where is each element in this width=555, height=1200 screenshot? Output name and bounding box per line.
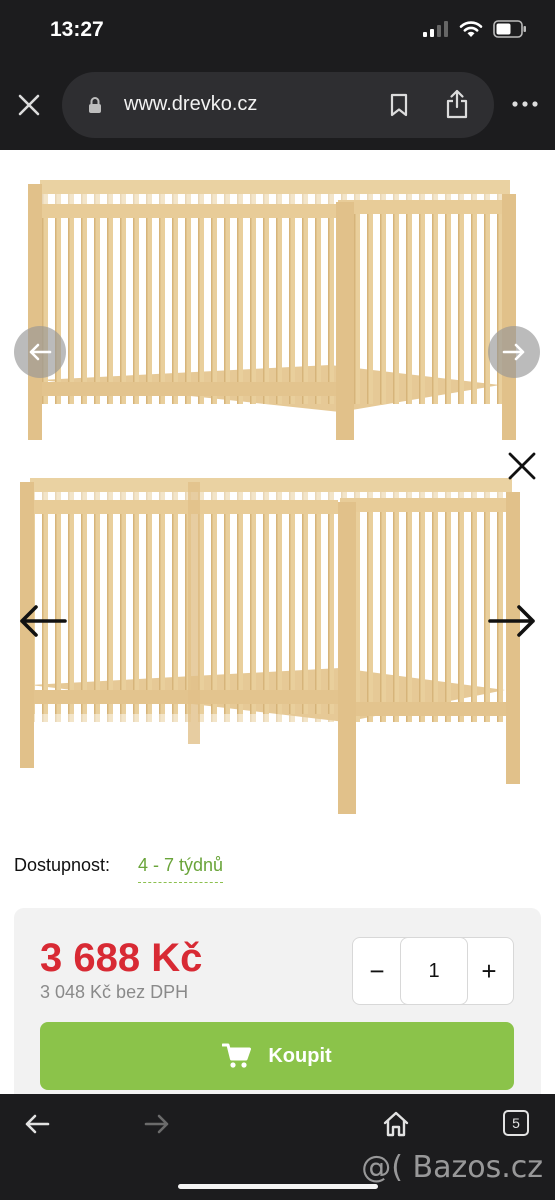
close-icon[interactable] xyxy=(508,452,536,480)
buy-button-label: Koupit xyxy=(268,1044,332,1067)
watermark: @( Bazos.cz xyxy=(361,1150,543,1185)
lock-icon xyxy=(89,97,101,113)
cart-icon xyxy=(222,1043,252,1068)
quantity-input[interactable] xyxy=(400,937,468,1005)
quantity-increase-button[interactable]: + xyxy=(465,938,513,1004)
price-without-vat: 3 048 Kč bez DPH xyxy=(40,982,189,1002)
close-icon[interactable] xyxy=(18,94,40,116)
home-icon[interactable] xyxy=(382,1110,410,1138)
crib-image xyxy=(20,478,520,814)
battery-icon xyxy=(493,20,526,38)
status-icons xyxy=(423,20,527,38)
quantity-stepper: − + xyxy=(352,937,514,1005)
address-bar[interactable]: www.drevko.cz xyxy=(62,72,494,138)
crib-image xyxy=(28,180,516,440)
status-time: 13:27 xyxy=(50,18,104,41)
tab-count: 5 xyxy=(512,1115,520,1131)
signal-icon xyxy=(423,21,448,37)
price: 3 688 Kč xyxy=(40,936,203,980)
more-icon[interactable] xyxy=(512,101,538,107)
arrow-left-icon xyxy=(29,343,52,361)
gallery-next-button[interactable] xyxy=(488,326,540,378)
back-icon[interactable] xyxy=(24,1114,50,1134)
quantity-decrease-button[interactable]: − xyxy=(353,938,401,1004)
browser-chrome: 13:27 www.drevko.cz xyxy=(0,0,555,150)
wifi-icon xyxy=(459,21,483,37)
tabs-icon[interactable]: 5 xyxy=(503,1110,529,1136)
availability-value[interactable]: 4 - 7 týdnů xyxy=(138,855,224,883)
bookmark-icon[interactable] xyxy=(390,93,408,117)
arrow-right-icon[interactable] xyxy=(487,604,537,638)
home-indicator xyxy=(178,1184,378,1189)
availability-label: Dostupnost: xyxy=(14,855,111,875)
product-gallery-lightbox xyxy=(0,440,555,820)
share-icon[interactable] xyxy=(445,89,469,119)
product-gallery-top xyxy=(0,150,555,440)
page: 13:27 www.drevko.cz Dostupnost: 4 - 7 tý… xyxy=(0,0,555,1200)
url-text: www.drevko.cz xyxy=(124,93,258,115)
arrow-right-icon xyxy=(502,343,525,361)
forward-icon[interactable] xyxy=(144,1114,170,1134)
arrow-left-icon[interactable] xyxy=(18,604,68,638)
gallery-prev-button[interactable] xyxy=(14,326,66,378)
price-card: 3 688 Kč 3 048 Kč bez DPH − + Koupit xyxy=(14,908,541,1108)
buy-button[interactable]: Koupit xyxy=(40,1022,514,1090)
